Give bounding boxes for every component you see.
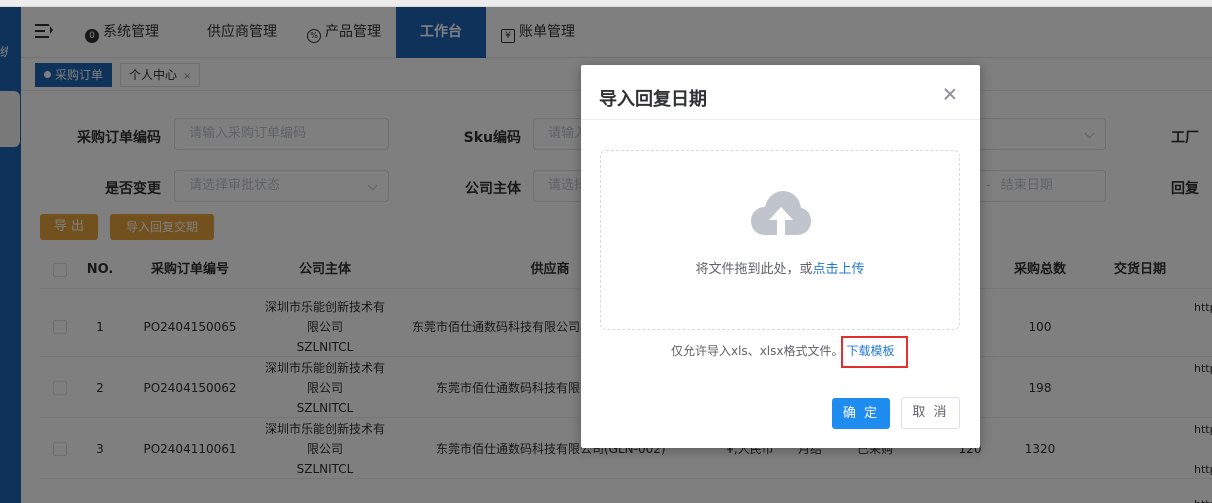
cloud-upload-icon (751, 191, 811, 235)
cancel-button[interactable]: 取 消 (901, 397, 960, 429)
upload-tip: 仅允许导入xls、xlsx格式文件。 下载模板 (671, 342, 898, 359)
dialog-divider (581, 119, 980, 120)
upload-hint: 将文件拖到此处，或点击上传 (695, 262, 865, 277)
top-strip (0, 0, 1212, 7)
import-reply-date-dialog: 导入回复日期 将文件拖到此处，或点击上传 仅允许导入xls、xlsx格式文件。下… (581, 65, 980, 448)
upload-dropzone[interactable]: 将文件拖到此处，或点击上传 (600, 150, 960, 330)
dialog-title: 导入回复日期 (599, 89, 707, 110)
download-template-link[interactable]: 下载模板 (843, 344, 897, 358)
close-icon[interactable] (943, 87, 957, 101)
click-upload-link[interactable]: 点击上传 (813, 262, 865, 277)
confirm-button[interactable]: 确 定 (832, 398, 890, 429)
